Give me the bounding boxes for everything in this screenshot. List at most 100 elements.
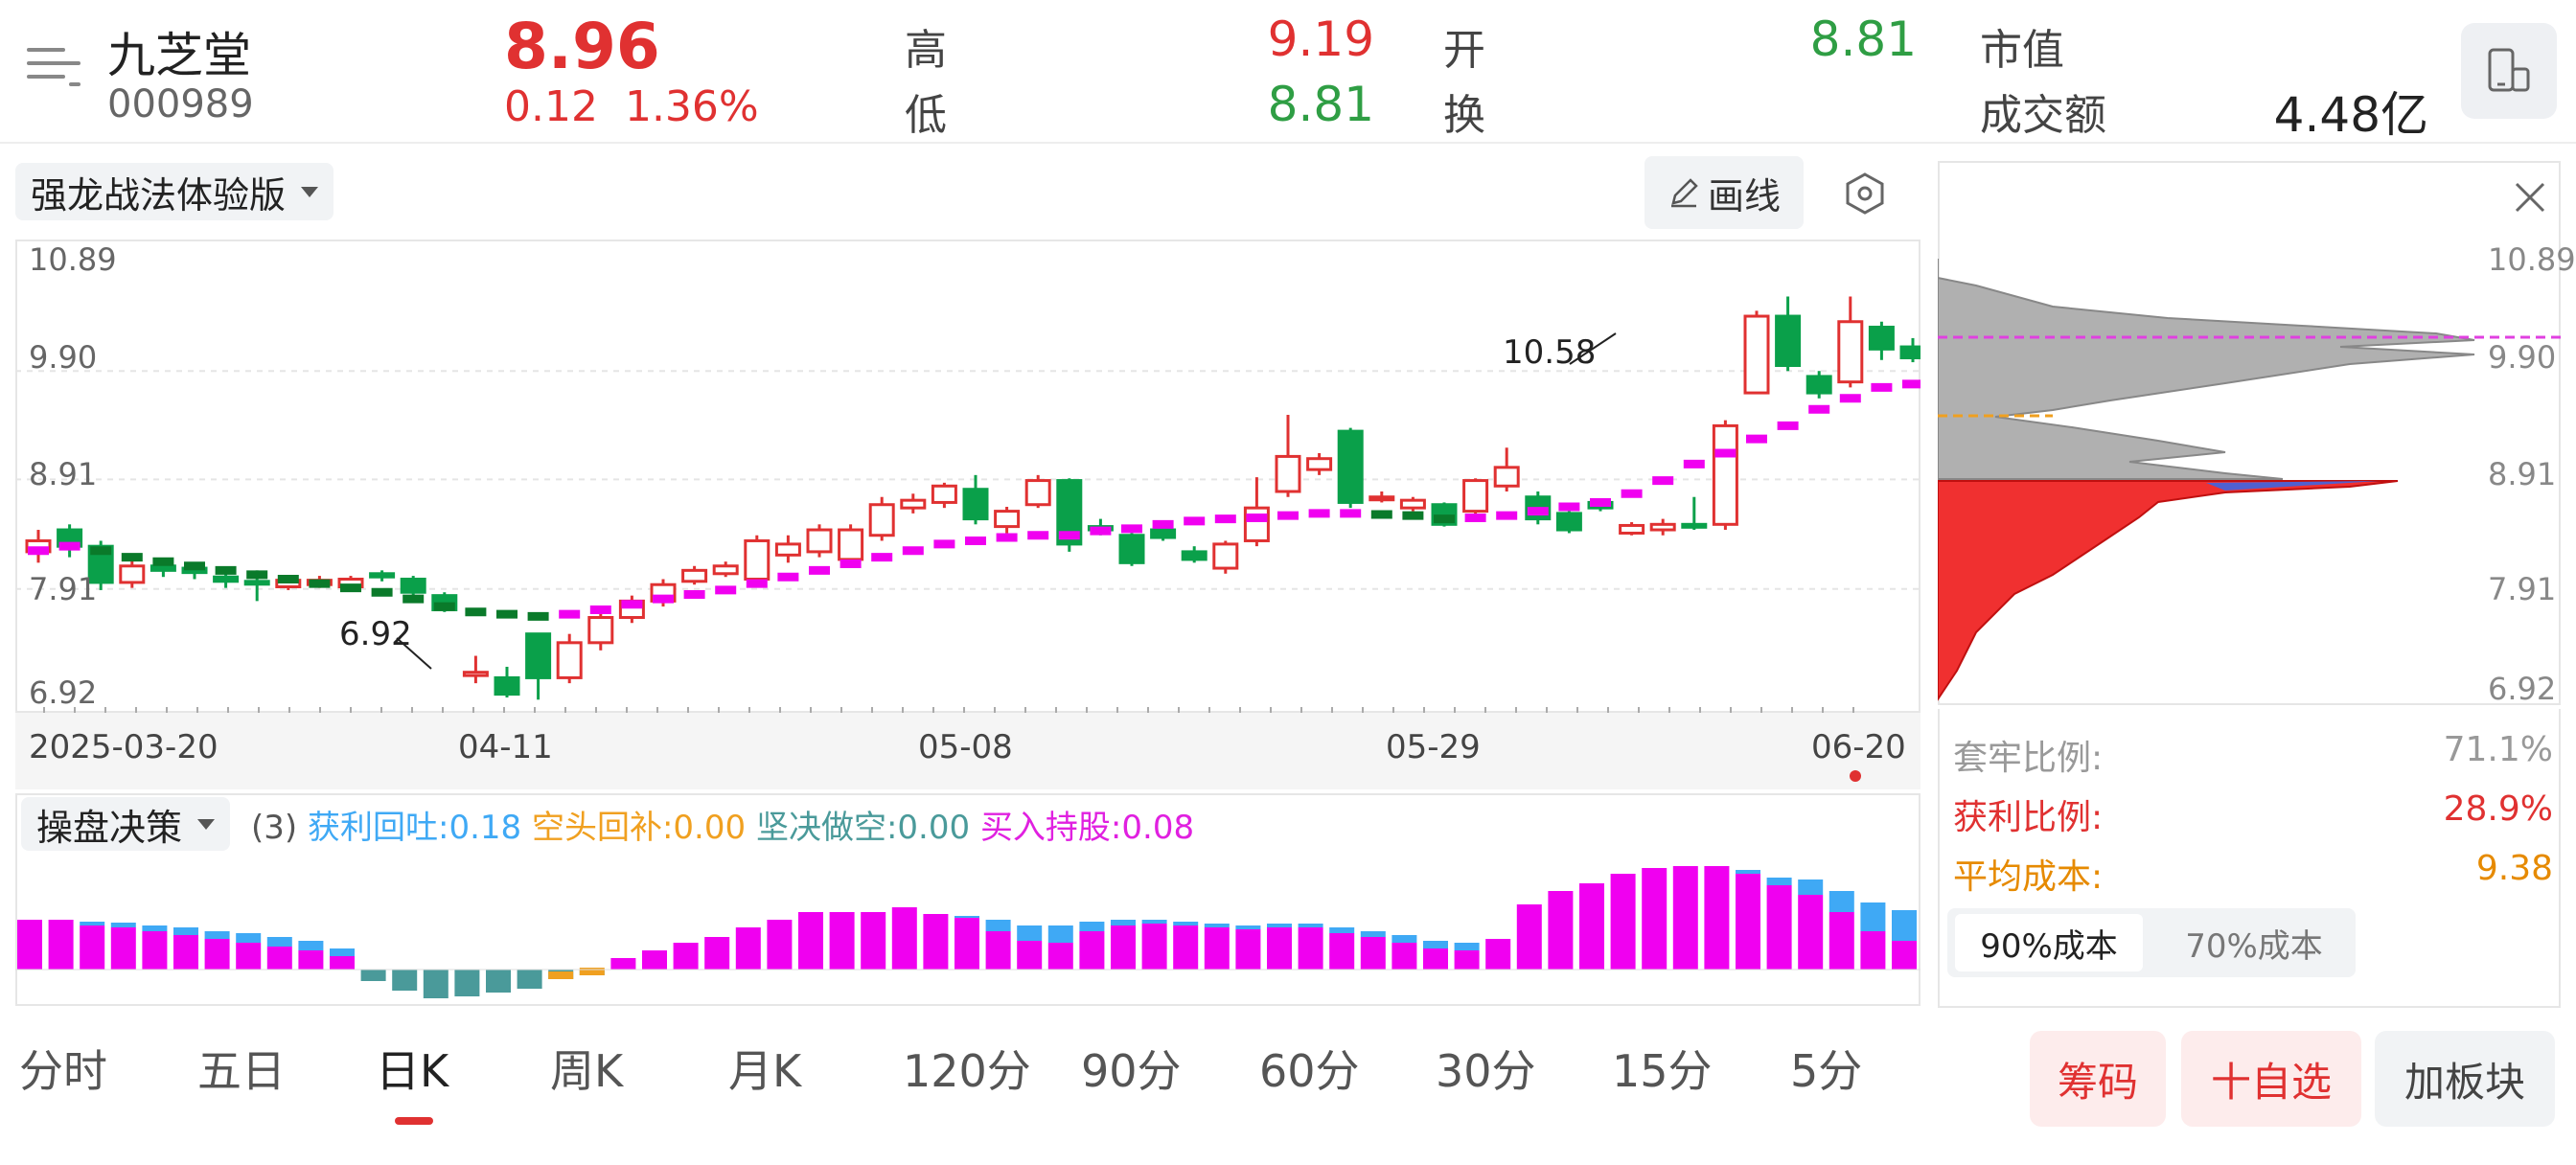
indicator-bar-buy	[1610, 874, 1636, 970]
tab-daily-k[interactable]: 日K	[376, 1037, 448, 1100]
tab-60min[interactable]: 60分	[1259, 1037, 1360, 1100]
indicator-bar-buy	[954, 918, 979, 970]
chip-y-label-min: 6.92	[2488, 671, 2557, 707]
tab-five-day[interactable]: 五日	[197, 1037, 286, 1100]
market-cap-label: 市值	[1980, 26, 2064, 75]
date-start: 2025-03-20	[29, 728, 218, 766]
add-block-button[interactable]: 加板块	[2375, 1031, 2555, 1127]
indicator-bar-profit	[985, 920, 1011, 931]
chip-distribution-chart	[1938, 259, 2561, 701]
candle-body	[1868, 325, 1895, 351]
candle-body	[1775, 314, 1802, 367]
indicator-dropdown[interactable]: 操盘决策	[21, 797, 231, 851]
menu-icon[interactable]	[27, 42, 80, 88]
candle-body	[525, 632, 552, 679]
low-label: 低	[905, 91, 947, 140]
stock-name: 九芝堂	[107, 28, 251, 83]
trapped-ratio-label: 套牢比例:	[1953, 739, 2104, 778]
draw-line-button[interactable]: 画线	[1644, 156, 1804, 229]
candle-body	[1306, 457, 1333, 471]
indicator-bar-short	[454, 970, 480, 996]
indicator-bar-buy	[1766, 885, 1792, 970]
tab-weekly-k[interactable]: 周K	[550, 1037, 623, 1100]
candle-body	[868, 503, 895, 537]
low-value: 8.81	[1267, 77, 1374, 132]
tab-90min[interactable]: 90分	[1081, 1037, 1182, 1100]
close-icon[interactable]	[2511, 178, 2549, 217]
date-tick-1: 04-11	[458, 728, 553, 766]
indicator-bar-buy	[1267, 927, 1292, 970]
indicator-bar-profit	[1235, 925, 1261, 929]
indicator-bar-profit	[1360, 931, 1386, 937]
candle-body	[1555, 512, 1582, 532]
caret-down-icon	[301, 186, 319, 197]
tab-monthly-k[interactable]: 月K	[728, 1037, 801, 1100]
date-tick-2: 05-08	[918, 728, 1013, 766]
indicator-bar-buy	[1704, 866, 1730, 970]
y-label-4: 7.91	[29, 571, 98, 607]
indicator-bar-profit	[1111, 920, 1136, 925]
indicator-bar-profit	[1204, 924, 1230, 927]
indicator-bar-profit	[1079, 922, 1105, 931]
kline-chart[interactable]	[15, 240, 1920, 713]
indicator-bar-short	[423, 970, 448, 998]
indicator-bar-profit	[1423, 941, 1448, 948]
indicator-bar-buy	[798, 912, 823, 970]
turnover-label: 换	[1443, 91, 1485, 140]
tab-15min[interactable]: 15分	[1612, 1037, 1713, 1100]
date-end: 06-20	[1811, 728, 1906, 766]
y-label-min: 6.92	[29, 674, 98, 711]
y-label-3: 8.91	[29, 456, 98, 492]
indicator-bar-buy	[1860, 931, 1886, 970]
candle-body	[119, 564, 146, 584]
indicator-bar-buy	[330, 956, 355, 970]
change-amount: 0.12	[504, 82, 598, 131]
cost-90-tab[interactable]: 90%成本	[1955, 914, 2143, 971]
candle-body	[774, 542, 801, 557]
candle-body	[1743, 314, 1770, 395]
indicator-bar-buy	[17, 920, 42, 970]
indicator-bar-buy	[1892, 941, 1917, 970]
chart-settings-button[interactable]	[1834, 163, 1896, 224]
indicator-bar-profit	[1173, 922, 1199, 925]
candle-body	[1275, 454, 1301, 493]
candle-body	[587, 616, 614, 645]
landscape-toggle-button[interactable]	[2461, 23, 2557, 119]
candle-body	[1181, 550, 1208, 561]
chips-button[interactable]: 筹码	[2030, 1031, 2166, 1127]
open-value: 8.81	[1809, 11, 1917, 67]
indicator-bar-profit	[1298, 924, 1323, 927]
candle-body	[1337, 429, 1364, 504]
add-watchlist-button[interactable]: 十自选	[2181, 1031, 2361, 1127]
current-date-dot	[1850, 770, 1861, 782]
candle-body	[900, 498, 927, 510]
chip-trapped-area	[1938, 259, 2475, 480]
candle-body	[150, 564, 176, 572]
chip-y-label-4: 7.91	[2488, 571, 2557, 607]
candle-body	[962, 488, 989, 521]
indicator-bar-profit	[110, 923, 136, 927]
legend-short-sell: 坚决做空:0.00	[755, 809, 971, 847]
cost-70-tab[interactable]: 70%成本	[2160, 914, 2348, 971]
tab-30min[interactable]: 30分	[1436, 1037, 1536, 1100]
candle-body	[400, 577, 426, 594]
tab-intraday[interactable]: 分时	[19, 1037, 107, 1100]
tab-5min[interactable]: 5分	[1790, 1037, 1862, 1100]
indicator-bar-buy	[204, 939, 230, 970]
candle-body	[1899, 345, 1920, 359]
high-label: 高	[905, 26, 947, 75]
candle-body	[1493, 466, 1520, 488]
indicator-bar-buy	[829, 912, 855, 970]
price-change: 0.12 1.36%	[504, 82, 759, 131]
candle-body	[1837, 320, 1864, 384]
legend-buy-hold: 买入持股:0.08	[979, 809, 1195, 847]
strategy-dropdown[interactable]: 强龙战法体验版	[15, 163, 334, 220]
high-annotation: 10.58	[1503, 333, 1597, 372]
candle-body	[1150, 528, 1177, 539]
indicator-chart[interactable]	[15, 862, 1920, 1006]
indicator-param: (3)	[251, 809, 298, 847]
tab-120min[interactable]: 120分	[903, 1037, 1031, 1100]
candle-body	[994, 510, 1021, 529]
indicator-bar-profit	[1392, 935, 1417, 943]
indicator-bar-profit	[1267, 924, 1292, 927]
